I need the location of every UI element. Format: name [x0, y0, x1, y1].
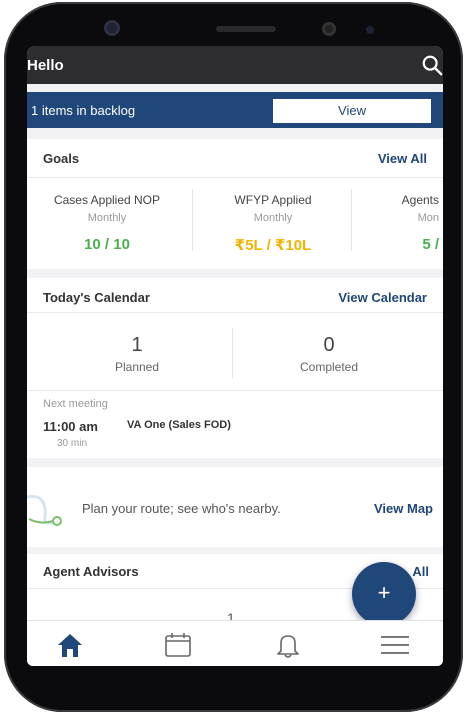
planned-label: Planned: [114, 360, 160, 374]
route-illustration-icon: [27, 494, 62, 526]
divider: [27, 177, 443, 178]
goals-card: Goals View All Cases Applied NOP Monthly…: [27, 139, 443, 269]
calendar-title: Today's Calendar: [43, 290, 150, 305]
proximity-sensor: [322, 22, 336, 36]
goal-item-agents[interactable]: Agents Mon 5 /: [367, 193, 443, 253]
earpiece-speaker: [216, 26, 276, 32]
backlog-text: 1 items in backlog: [31, 103, 136, 118]
goals-view-all-link[interactable]: View All: [378, 151, 427, 166]
advisors-title: Agent Advisors: [43, 564, 139, 579]
view-map-link[interactable]: View Map: [374, 501, 433, 516]
goal-value: ₹5L / ₹10L: [234, 237, 312, 254]
meeting-name[interactable]: VA One (Sales FOD): [127, 419, 231, 431]
goal-period: Monthly: [253, 212, 293, 224]
goal-item-cases[interactable]: Cases Applied NOP Monthly 10 / 10: [37, 193, 177, 253]
menu-icon[interactable]: [379, 631, 411, 659]
divider: [27, 312, 443, 313]
view-calendar-link[interactable]: View Calendar: [338, 290, 427, 305]
bottom-nav: [27, 620, 443, 666]
goal-period: Monthly: [87, 212, 127, 224]
app-header: Hello: [27, 46, 443, 84]
header-title: Hello: [27, 57, 64, 74]
column-divider: [232, 328, 233, 378]
meeting-time[interactable]: 11:00 am: [43, 419, 98, 434]
divider: [27, 390, 443, 391]
phone-frame: Hello 1 items in backlog View Goals View…: [4, 2, 463, 712]
goal-title: Agents: [401, 193, 439, 207]
completed-label: Completed: [299, 360, 359, 374]
planned-count: 1: [131, 334, 143, 356]
search-icon[interactable]: [421, 54, 443, 76]
front-camera: [104, 20, 120, 36]
advisors-view-all-link[interactable]: All: [412, 564, 429, 579]
goal-period: Mon: [417, 212, 439, 224]
goal-item-wfyp[interactable]: WFYP Applied Monthly ₹5L / ₹10L: [203, 193, 343, 254]
completed-count: 0: [323, 334, 335, 356]
add-fab-button[interactable]: +: [352, 562, 416, 626]
light-sensor: [366, 26, 374, 34]
home-icon[interactable]: [55, 631, 85, 659]
goal-title: Cases Applied NOP: [53, 193, 161, 207]
bell-icon[interactable]: [273, 631, 303, 659]
calendar-card: Today's Calendar View Calendar 1 Planned…: [27, 278, 443, 458]
goal-value: 5 /: [422, 236, 439, 253]
goal-value: 10 / 10: [84, 236, 130, 253]
meeting-duration: 30 min: [57, 438, 88, 449]
column-divider: [351, 189, 352, 251]
backlog-banner: 1 items in backlog View: [27, 92, 443, 128]
route-text: Plan your route; see who's nearby.: [82, 501, 281, 516]
column-divider: [192, 189, 193, 251]
backlog-view-button[interactable]: View: [273, 99, 431, 123]
calendar-icon[interactable]: [163, 631, 193, 659]
goal-title: WFYP Applied: [234, 193, 312, 207]
next-meeting-label: Next meeting: [43, 398, 108, 410]
route-card: Plan your route; see who's nearby. View …: [27, 467, 443, 547]
app-screen: Hello 1 items in backlog View Goals View…: [27, 46, 443, 666]
goals-title: Goals: [43, 151, 80, 166]
